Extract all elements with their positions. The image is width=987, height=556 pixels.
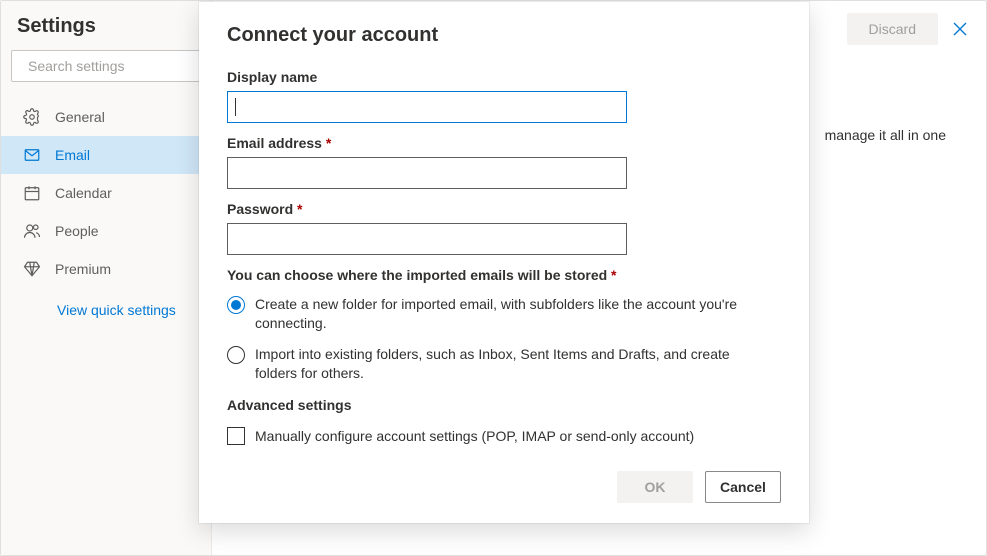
sidebar-item-premium[interactable]: Premium [1,250,211,288]
email-label: Email address * [227,135,781,151]
required-asterisk: * [607,267,616,283]
people-icon [23,222,41,240]
sidebar-item-email[interactable]: Email [1,136,211,174]
dialog-title: Connect your account [227,24,781,47]
settings-nav: General Email Calendar People Premium Vi… [1,98,211,318]
nav-label-general: General [55,109,105,125]
nav-label-email: Email [55,147,90,163]
password-label: Password * [227,201,781,217]
sidebar-item-general[interactable]: General [1,98,211,136]
cancel-button[interactable]: Cancel [705,471,781,503]
sidebar-item-people[interactable]: People [1,212,211,250]
radio-import-existing[interactable]: Import into existing folders, such as In… [227,345,781,383]
discard-button[interactable]: Discard [847,13,938,45]
close-icon[interactable] [952,21,968,37]
radio-icon [227,346,245,364]
display-name-input[interactable] [227,91,627,123]
email-field: Email address * [227,135,781,189]
settings-title: Settings [1,1,211,50]
diamond-icon [23,260,41,278]
background-text-fragment: manage it all in one [825,127,946,143]
gear-icon [23,108,41,126]
radio-create-new-folder[interactable]: Create a new folder for imported email, … [227,295,781,333]
required-asterisk: * [293,201,302,217]
dialog-footer: OK Cancel [227,471,781,503]
search-wrap [1,50,211,92]
advanced-settings-label: Advanced settings [227,397,781,413]
checkbox-icon [227,427,245,445]
sidebar: Settings General Email Calendar Peop [1,1,212,555]
top-actions: Discard [847,13,968,45]
password-input[interactable] [227,223,627,255]
display-name-field: Display name [227,69,781,123]
view-quick-settings-link[interactable]: View quick settings [1,288,211,318]
storage-section-label: You can choose where the imported emails… [227,267,781,283]
search-box[interactable] [11,50,201,82]
calendar-icon [23,184,41,202]
radio-new-label: Create a new folder for imported email, … [255,295,765,333]
manual-config-label: Manually configure account settings (POP… [255,428,694,444]
radio-icon [227,296,245,314]
nav-label-calendar: Calendar [55,185,112,201]
email-input[interactable] [227,157,627,189]
manual-config-checkbox-row[interactable]: Manually configure account settings (POP… [227,427,781,445]
nav-label-premium: Premium [55,261,111,277]
radio-existing-label: Import into existing folders, such as In… [255,345,765,383]
nav-label-people: People [55,223,99,239]
mail-icon [23,146,41,164]
ok-button[interactable]: OK [617,471,693,503]
connect-account-dialog: Connect your account Display name Email … [199,2,809,523]
search-settings-input[interactable] [28,58,209,74]
sidebar-item-calendar[interactable]: Calendar [1,174,211,212]
password-field: Password * [227,201,781,255]
text-caret [235,98,236,116]
display-name-label: Display name [227,69,781,85]
required-asterisk: * [322,135,331,151]
